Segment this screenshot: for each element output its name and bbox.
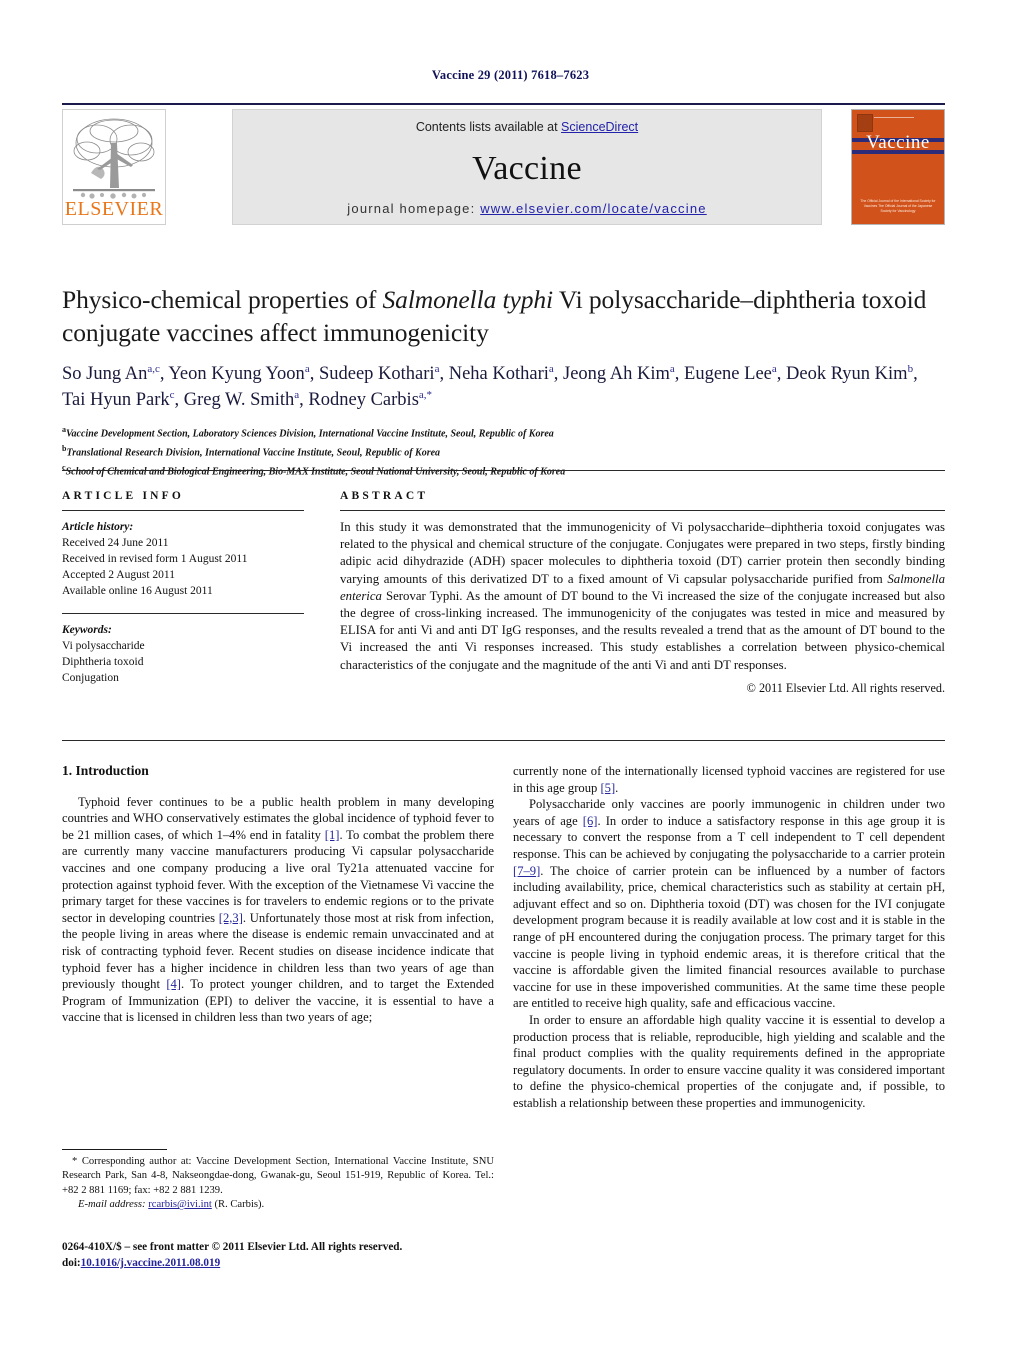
body-column-left: 1. Introduction Typhoid fever continues … xyxy=(62,763,494,1026)
citation-ref-5[interactable]: [5] xyxy=(600,781,615,795)
running-head: Vaccine 29 (2011) 7618–7623 xyxy=(431,68,590,82)
intro-right-p2-c: . The choice of carrier protein can be i… xyxy=(513,863,945,1011)
doi-line: doi:10.1016/j.vaccine.2011.08.019 xyxy=(62,1256,522,1272)
abstract-text: In this study it was demonstrated that t… xyxy=(340,519,945,674)
elsevier-logo: ELSEVIER xyxy=(62,109,166,225)
email-link[interactable]: rcarbis@ivi.int xyxy=(148,1199,212,1210)
intro-paragraph-3: In order to ensure an affordable high qu… xyxy=(513,1012,945,1110)
footnote-block: * Corresponding author at: Vaccine Devel… xyxy=(62,1155,494,1213)
journal-homepage-line: journal homepage: www.elsevier.com/locat… xyxy=(233,201,821,216)
article-title: Physico-chemical properties of Salmonell… xyxy=(62,283,945,349)
doi-link[interactable]: 10.1016/j.vaccine.2011.08.019 xyxy=(81,1257,221,1269)
email-suffix: (R. Carbis). xyxy=(211,1199,265,1211)
cover-top-rule xyxy=(874,117,914,118)
affiliation-list: aVaccine Development Section, Laboratory… xyxy=(62,425,566,477)
intro-paragraph-left: Typhoid fever continues to be a public h… xyxy=(62,794,494,1026)
homepage-prefix: journal homepage: xyxy=(347,201,481,216)
article-history-label: Article history: xyxy=(62,521,134,533)
affiliation-b: Translational Research Division, Interna… xyxy=(66,447,441,459)
elsevier-wordmark: ELSEVIER xyxy=(64,198,164,220)
masthead-center-band: Contents lists available at ScienceDirec… xyxy=(232,109,822,225)
section-heading-introduction: 1. Introduction xyxy=(62,763,149,778)
cover-title: Vaccine xyxy=(866,132,930,153)
body-column-right: currently none of the internationally li… xyxy=(513,763,945,1111)
imprint-block: 0264-410X/$ – see front matter © 2011 El… xyxy=(62,1240,522,1271)
contents-available-line: Contents lists available at ScienceDirec… xyxy=(233,120,821,134)
abstract-copyright: © 2011 Elsevier Ltd. All rights reserved… xyxy=(746,680,945,695)
sciencedirect-link[interactable]: ScienceDirect xyxy=(561,120,638,134)
keywords-label: Keywords: xyxy=(62,624,112,636)
history-revised: Received in revised form 1 August 2011 xyxy=(62,553,248,565)
intro-paragraph-2: Polysaccharide only vaccines are poorly … xyxy=(513,796,945,1012)
keyword-item: Conjugation xyxy=(62,672,119,684)
info-band-bottom-rule xyxy=(62,740,945,741)
footnote-separator-rule xyxy=(62,1149,167,1150)
keyword-item: Diphtheria toxoid xyxy=(62,656,144,668)
abstract-rule xyxy=(340,510,945,511)
keyword-item: Vi polysaccharide xyxy=(62,640,145,652)
info-band-top-rule xyxy=(62,470,945,471)
intro-right-a: currently none of the internationally li… xyxy=(513,764,945,795)
affiliation-a: Vaccine Development Section, Laboratory … xyxy=(66,428,554,440)
citation-ref-6[interactable]: [6] xyxy=(583,814,598,828)
citation-ref-7-9[interactable]: [7–9] xyxy=(513,864,540,878)
cover-elsevier-mark-icon xyxy=(857,114,873,132)
journal-title: Vaccine xyxy=(472,150,582,187)
masthead-top-rule xyxy=(62,103,945,105)
journal-masthead: ELSEVIER Contents lists available at Sci… xyxy=(62,103,945,225)
article-info-heading: ARTICLE INFO xyxy=(62,490,185,502)
journal-cover-thumbnail: Vaccine The Official Journal of the Inte… xyxy=(851,109,945,225)
history-received: Received 24 June 2011 xyxy=(62,537,169,549)
abstract-part-1: In this study it was demonstrated that t… xyxy=(340,520,945,586)
author-list: So Jung Ana,c, Yeon Kyung Yoona, Sudeep … xyxy=(62,362,918,410)
article-info-column: ARTICLE INFO Article history: Received 2… xyxy=(62,490,304,686)
journal-homepage-link[interactable]: www.elsevier.com/locate/vaccine xyxy=(480,201,707,216)
cover-footnote: The Official Journal of the Internationa… xyxy=(860,199,936,213)
citation-ref-4[interactable]: [4] xyxy=(166,977,181,991)
title-species-italic: Salmonella typhi xyxy=(382,285,554,314)
abstract-column: ABSTRACT In this study it was demonstrat… xyxy=(340,490,945,708)
corresponding-author-note: * Corresponding author at: Vaccine Devel… xyxy=(62,1156,494,1196)
title-block: Physico-chemical properties of Salmonell… xyxy=(62,283,945,479)
journal-article-page: Vaccine 29 (2011) 7618–7623 ELSEVIER Con… xyxy=(0,0,1021,1351)
article-info-rule xyxy=(62,510,304,511)
abstract-part-2: Serovar Typhi. As the amount of DT bound… xyxy=(340,588,945,672)
intro-paragraph-right-continued: currently none of the internationally li… xyxy=(513,763,945,796)
issn-front-matter: 0264-410X/$ – see front matter © 2011 El… xyxy=(62,1241,403,1253)
intro-right-b: . xyxy=(615,780,619,795)
contents-prefix: Contents lists available at xyxy=(415,120,562,134)
title-part-1: Physico-chemical properties of xyxy=(62,285,383,314)
keywords-rule xyxy=(62,613,304,614)
citation-ref-2-3[interactable]: [2,3] xyxy=(219,911,243,925)
email-note: E-mail address: rcarbis@ivi.int (R. Carb… xyxy=(62,1198,494,1212)
elsevier-tree-icon xyxy=(73,118,155,199)
abstract-heading: ABSTRACT xyxy=(340,490,429,502)
email-label: E-mail address: xyxy=(78,1199,146,1211)
doi-label: doi: xyxy=(62,1256,81,1269)
affiliation-c: School of Chemical and Biological Engine… xyxy=(65,465,566,477)
citation-ref-1[interactable]: [1] xyxy=(325,828,340,842)
history-accepted: Accepted 2 August 2011 xyxy=(62,569,175,581)
history-online: Available online 16 August 2011 xyxy=(62,585,213,597)
